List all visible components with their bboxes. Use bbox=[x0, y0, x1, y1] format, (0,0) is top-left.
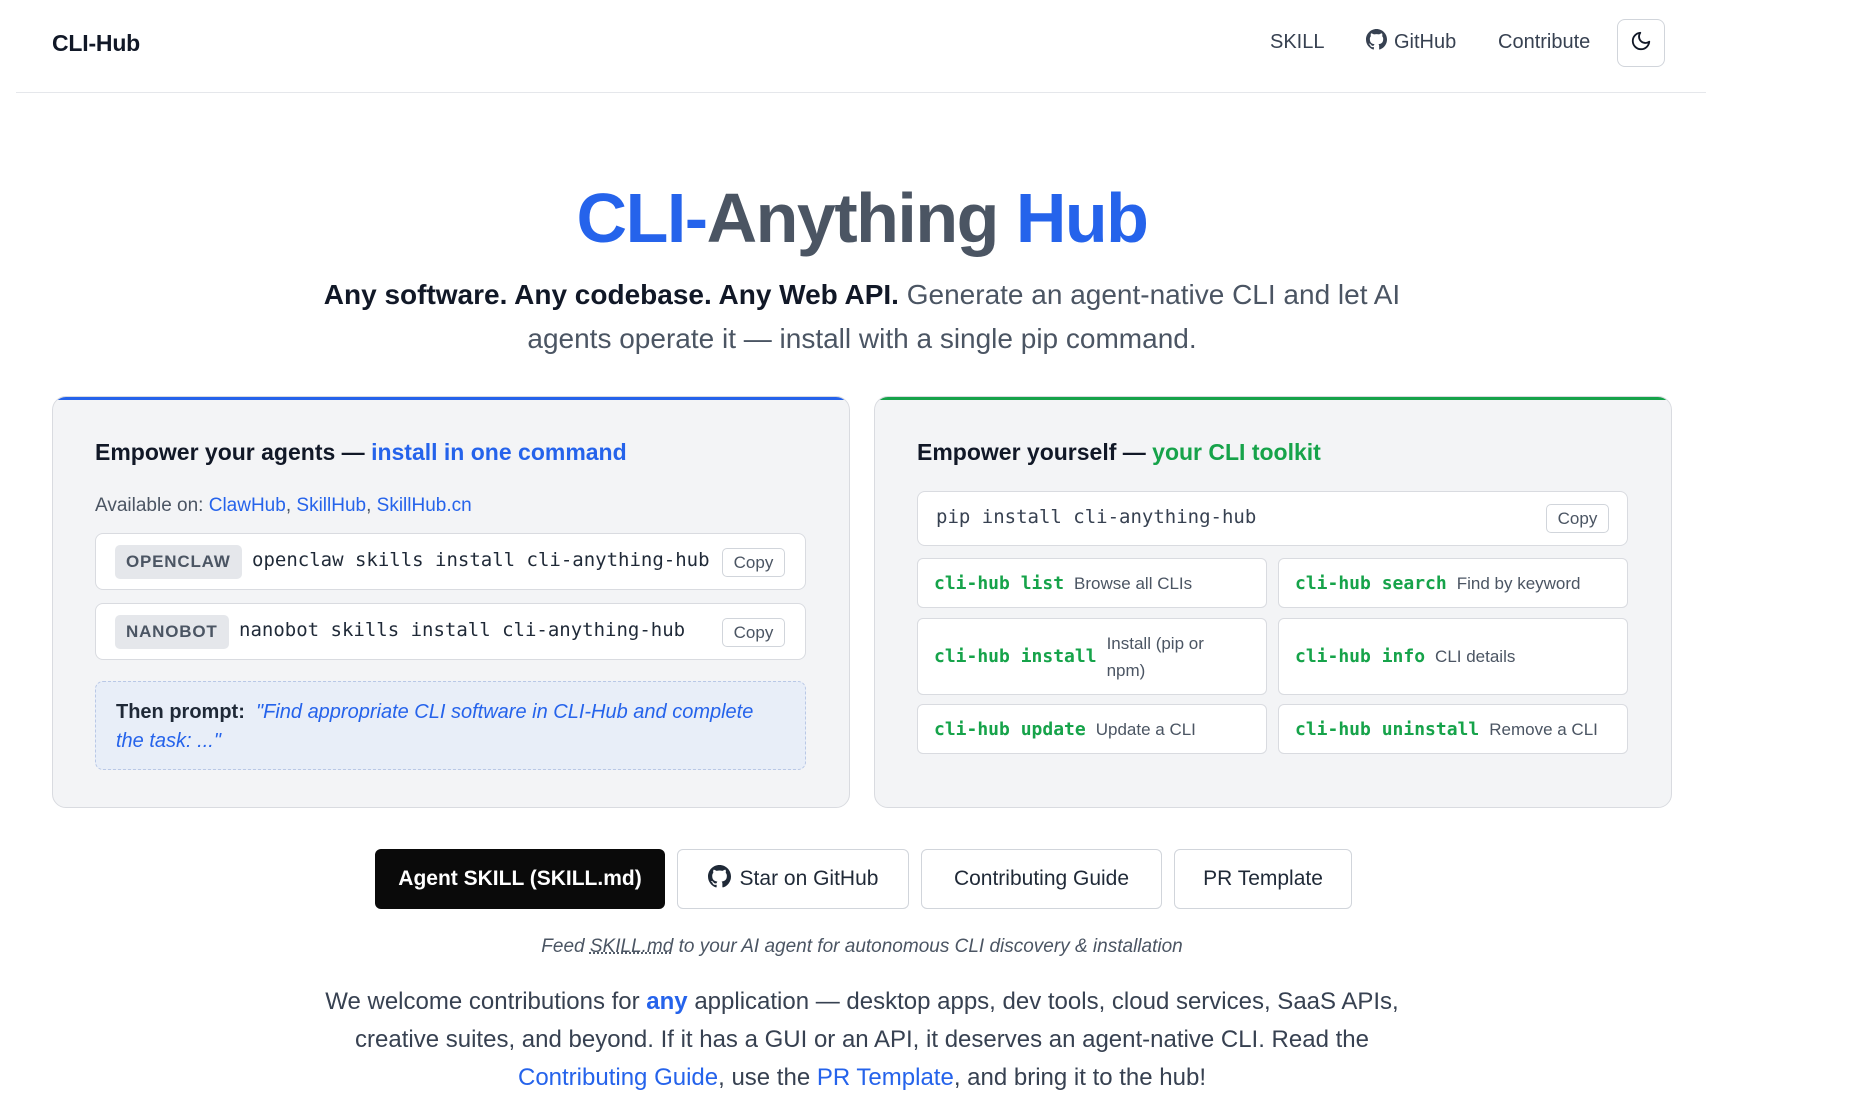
agents-card-title-prefix: Empower your agents — bbox=[95, 439, 371, 465]
openclaw-command[interactable]: openclaw skills install cli-anything-hub bbox=[252, 549, 710, 571]
nav-skill-link[interactable]: SKILL bbox=[1270, 31, 1324, 54]
feed-skill-note: Feed SKILL.md to your AI agent for auton… bbox=[0, 936, 1724, 958]
github-icon bbox=[1366, 29, 1387, 56]
toolkit-card-title: Empower yourself — your CLI toolkit bbox=[917, 439, 1321, 466]
hero-title: CLI-Anything Hub bbox=[0, 178, 1724, 258]
welcome-contributing-guide-link[interactable]: Contributing Guide bbox=[518, 1064, 718, 1091]
nav-contribute-link[interactable]: Contribute bbox=[1498, 31, 1590, 54]
theme-toggle-button[interactable] bbox=[1617, 19, 1665, 67]
cli-command-info[interactable]: cli-hub info CLI details bbox=[1278, 618, 1628, 695]
pr-template-button[interactable]: PR Template bbox=[1174, 849, 1352, 909]
cli-command-install[interactable]: cli-hub install Install (pip or npm) bbox=[917, 618, 1267, 695]
pip-install-command[interactable]: pip install cli-anything-hub bbox=[936, 506, 1256, 528]
welcome-part3: , use the bbox=[718, 1064, 817, 1091]
agents-install-card: Empower your agents — install in one com… bbox=[52, 396, 850, 808]
pip-install-row: pip install cli-anything-hub Copy bbox=[917, 491, 1628, 546]
agents-card-title: Empower your agents — install in one com… bbox=[95, 439, 627, 466]
star-on-github-button[interactable]: Star on GitHub bbox=[677, 849, 909, 909]
nanobot-badge: NANOBOT bbox=[115, 615, 229, 649]
nav-github-link[interactable]: GitHub bbox=[1366, 29, 1456, 56]
hero-title-part1: CLI- bbox=[577, 179, 707, 257]
cli-command-search[interactable]: cli-hub search Find by keyword bbox=[1278, 558, 1628, 608]
cli-command-desc: Install (pip or npm) bbox=[1107, 630, 1222, 684]
cli-command-name: cli-hub uninstall bbox=[1295, 719, 1479, 740]
cli-command-name: cli-hub info bbox=[1295, 646, 1425, 667]
openclaw-badge: OPENCLAW bbox=[115, 545, 242, 579]
cli-command-update[interactable]: cli-hub update Update a CLI bbox=[917, 704, 1267, 754]
prompt-label: Then prompt: bbox=[116, 701, 245, 723]
cli-command-desc: Update a CLI bbox=[1096, 716, 1196, 743]
nav-github-label: GitHub bbox=[1394, 31, 1456, 54]
feed-note-before: Feed bbox=[541, 936, 590, 957]
hero-title-part3: Hub bbox=[1016, 179, 1148, 257]
cli-command-name: cli-hub list bbox=[934, 573, 1064, 594]
top-navbar: CLI-Hub SKILL GitHub Contribute bbox=[16, 0, 1706, 93]
cli-command-uninstall[interactable]: cli-hub uninstall Remove a CLI bbox=[1278, 704, 1628, 754]
cli-command-name: cli-hub update bbox=[934, 719, 1086, 740]
toolkit-card-title-prefix: Empower yourself — bbox=[917, 439, 1152, 465]
hero-title-part2: Anything bbox=[707, 179, 998, 257]
available-on-label: Available on: bbox=[95, 495, 209, 516]
welcome-any: any bbox=[646, 988, 687, 1015]
agent-skill-button[interactable]: Agent SKILL (SKILL.md) bbox=[375, 849, 665, 909]
platform-link-skillhub[interactable]: SkillHub bbox=[296, 495, 366, 516]
cli-command-desc: CLI details bbox=[1435, 643, 1515, 670]
copy-nanobot-button[interactable]: Copy bbox=[722, 618, 785, 647]
brand-logo-text[interactable]: CLI-Hub bbox=[52, 30, 140, 57]
contribution-welcome-text: We welcome contributions for any applica… bbox=[312, 983, 1412, 1097]
openclaw-command-row: OPENCLAW openclaw skills install cli-any… bbox=[95, 533, 806, 590]
available-on-line: Available on: ClawHub, SkillHub, SkillHu… bbox=[95, 495, 472, 517]
hero-subtitle: Any software. Any codebase. Any Web API.… bbox=[312, 273, 1412, 361]
agents-card-title-accent: install in one command bbox=[371, 439, 627, 465]
cli-command-list[interactable]: cli-hub list Browse all CLIs bbox=[917, 558, 1267, 608]
copy-pip-button[interactable]: Copy bbox=[1546, 504, 1609, 533]
star-on-github-label: Star on GitHub bbox=[740, 867, 879, 891]
cli-command-desc: Find by keyword bbox=[1457, 570, 1581, 597]
cli-toolkit-card: Empower yourself — your CLI toolkit pip … bbox=[874, 396, 1672, 808]
feed-note-after: to your AI agent for autonomous CLI disc… bbox=[673, 936, 1182, 957]
welcome-part1: We welcome contributions for bbox=[325, 988, 646, 1015]
github-icon bbox=[708, 865, 731, 894]
card-accent-bar bbox=[875, 397, 1671, 400]
copy-openclaw-button[interactable]: Copy bbox=[722, 548, 785, 577]
welcome-part4: , and bring it to the hub! bbox=[954, 1064, 1206, 1091]
toolkit-card-title-accent: your CLI toolkit bbox=[1152, 439, 1321, 465]
platform-link-skillhub-cn[interactable]: SkillHub.cn bbox=[377, 495, 472, 516]
hero-subtitle-bold: Any software. Any codebase. Any Web API. bbox=[324, 279, 899, 310]
card-accent-bar bbox=[53, 397, 849, 400]
contributing-guide-button[interactable]: Contributing Guide bbox=[921, 849, 1162, 909]
cli-command-name: cli-hub install bbox=[934, 646, 1097, 667]
cli-command-desc: Browse all CLIs bbox=[1074, 570, 1192, 597]
welcome-pr-template-link[interactable]: PR Template bbox=[817, 1064, 954, 1091]
cli-command-name: cli-hub search bbox=[1295, 573, 1447, 594]
platform-link-clawhub[interactable]: ClawHub bbox=[209, 495, 286, 516]
feed-note-abbr: SKILL.md bbox=[590, 936, 673, 957]
prompt-hint-box: Then prompt: "Find appropriate CLI softw… bbox=[95, 681, 806, 770]
moon-icon bbox=[1630, 30, 1652, 57]
cli-command-desc: Remove a CLI bbox=[1489, 716, 1598, 743]
nanobot-command-row: NANOBOT nanobot skills install cli-anyth… bbox=[95, 603, 806, 660]
nanobot-command[interactable]: nanobot skills install cli-anything-hub bbox=[239, 619, 685, 641]
